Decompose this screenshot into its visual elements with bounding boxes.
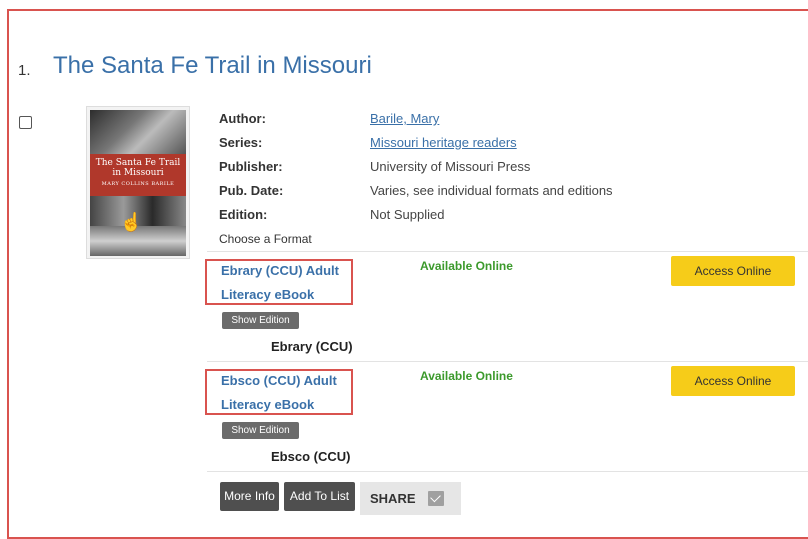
author-link[interactable]: Barile, Mary <box>370 111 439 126</box>
format-divider <box>207 471 808 472</box>
add-to-list-button[interactable]: Add To List <box>284 482 355 511</box>
availability-status: Available Online <box>420 259 513 273</box>
format-source-label: Ebrary (CCU) <box>271 339 353 354</box>
format-divider <box>207 251 808 252</box>
series-link[interactable]: Missouri heritage readers <box>370 135 517 150</box>
publisher-value: University of Missouri Press <box>370 159 531 174</box>
format-title-line2: Literacy eBook <box>221 287 315 302</box>
author-label: Author: <box>219 111 266 126</box>
format-link-ebsco[interactable]: Ebsco (CCU) Adult Literacy eBook <box>221 369 361 417</box>
edition-label: Edition: <box>219 207 268 222</box>
pub-date-label: Pub. Date: <box>219 183 284 198</box>
more-info-button[interactable]: More Info <box>220 482 279 511</box>
access-online-button[interactable]: Access Online <box>671 256 795 286</box>
format-title-line1: Ebsco (CCU) Adult <box>221 373 337 388</box>
cover-author-text: MARY COLLINS BARILE <box>101 181 175 187</box>
share-label: SHARE <box>370 491 416 506</box>
format-source-label: Ebsco (CCU) <box>271 449 351 464</box>
hand-cursor-icon: ☝ <box>120 212 143 232</box>
share-button[interactable]: SHARE <box>360 482 461 515</box>
select-checkbox[interactable] <box>19 116 32 129</box>
format-title-line1: Ebrary (CCU) Adult <box>221 263 339 278</box>
publisher-label: Publisher: <box>219 159 283 174</box>
format-title-line2: Literacy eBook <box>221 397 315 412</box>
pub-date-value: Varies, see individual formats and editi… <box>370 183 613 198</box>
cover-photo-top <box>90 110 186 154</box>
edition-value: Not Supplied <box>370 207 445 222</box>
cover-title-text: The Santa Fe Trail in Missouri <box>95 158 181 178</box>
result-title-link[interactable]: The Santa Fe Trail in Missouri <box>53 52 372 80</box>
series-label: Series: <box>219 135 263 150</box>
result-number: 1. <box>18 62 31 79</box>
envelope-icon <box>428 491 444 506</box>
choose-format-heading: Choose a Format <box>219 232 312 246</box>
format-link-ebrary[interactable]: Ebrary (CCU) Adult Literacy eBook <box>221 259 361 307</box>
show-edition-button[interactable]: Show Edition <box>222 422 299 439</box>
format-divider <box>207 361 808 362</box>
cover-title-banner: The Santa Fe Trail in Missouri MARY COLL… <box>90 154 186 196</box>
show-edition-button[interactable]: Show Edition <box>222 312 299 329</box>
availability-status: Available Online <box>420 369 513 383</box>
access-online-button[interactable]: Access Online <box>671 366 795 396</box>
book-cover-image[interactable]: The Santa Fe Trail in Missouri MARY COLL… <box>86 106 190 259</box>
